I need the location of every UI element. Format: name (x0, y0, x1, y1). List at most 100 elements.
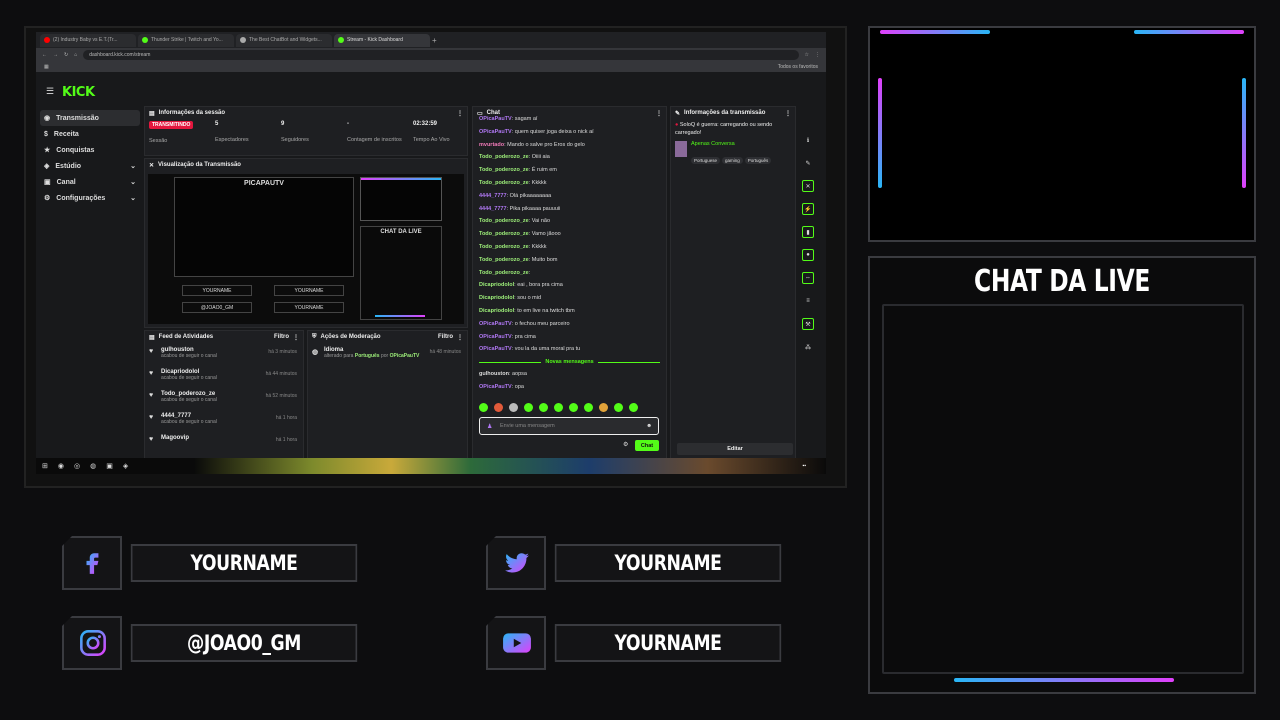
kebab-menu-icon[interactable]: ⋮ (656, 110, 662, 117)
gear-icon[interactable]: ⚙ (623, 441, 628, 448)
home-icon[interactable]: ⌂ (74, 52, 77, 58)
browser-tab[interactable]: The Best ChatBot and Widgets... (236, 33, 332, 47)
filter-button[interactable]: Filtro (438, 334, 453, 340)
url-field[interactable]: dashboard.kick.com/stream (83, 50, 799, 60)
chat-username[interactable]: Dicapriodolol (479, 308, 514, 314)
trophy-icon: ★ (44, 147, 51, 154)
browser-tab-active[interactable]: Stream - Kick Dashboard (334, 33, 430, 47)
chat-username[interactable]: 4444_7777 (479, 193, 507, 199)
kebab-menu-icon[interactable]: ⋮ (457, 110, 463, 117)
kebab-menu-icon[interactable]: ⋮ (785, 110, 791, 117)
browser-tab[interactable]: Thunder Strike | Twitch and Yo... (138, 33, 234, 47)
emote-icon[interactable] (569, 403, 578, 412)
chat-username[interactable]: OPicaPauTV (479, 334, 512, 340)
chat-username[interactable]: OPicaPauTV (479, 129, 512, 135)
chat-icon[interactable]: ● (802, 249, 814, 261)
chat-username[interactable]: OPicaPauTV (479, 346, 512, 352)
heart-icon: ♥ (149, 348, 154, 355)
star-icon[interactable]: ☆ (805, 52, 809, 58)
sidebar-item-canal[interactable]: ▣ Canal ⌄ (40, 174, 140, 190)
back-icon[interactable]: ← (42, 52, 47, 58)
emote-icon[interactable] (554, 403, 563, 412)
chat-username[interactable]: Todo_poderozo_ze (479, 167, 529, 173)
chat-username[interactable]: Todo_poderozo_ze (479, 244, 529, 250)
chat-input[interactable]: ♟ Envie uma mensagem ☻ (479, 417, 659, 435)
pencil-icon[interactable]: ✎ (802, 157, 814, 169)
emote-icon[interactable] (599, 403, 608, 412)
reload-icon[interactable]: ↻ (64, 52, 68, 58)
trash-icon[interactable]: ▮ (802, 226, 814, 238)
kebab-menu-icon[interactable]: ⋮ (457, 334, 463, 341)
stack-icon[interactable]: ≡ (802, 295, 814, 307)
emoji-icon[interactable]: ☻ (646, 423, 652, 429)
chat-username[interactable]: Todo_poderozo_ze (479, 180, 529, 186)
kebab-menu-icon[interactable]: ⋮ (293, 334, 299, 341)
emote-icon[interactable] (509, 403, 518, 412)
emote-icon[interactable] (629, 403, 638, 412)
wrench-icon[interactable]: ⚒ (802, 318, 814, 330)
emote-icon[interactable] (524, 403, 533, 412)
taskbar-app-icon[interactable]: ◍ (90, 462, 96, 470)
kick-logo: KICK (62, 85, 95, 100)
chat-username[interactable]: Dicapriodolol (479, 295, 514, 301)
chat-username[interactable]: Todo_poderozo_ze (479, 154, 529, 160)
chat-username[interactable]: Dicapriodolol (479, 282, 514, 288)
resize-icon[interactable]: ⇔ (802, 272, 814, 284)
windows-start-icon[interactable]: ⊞ (42, 462, 48, 470)
filter-button[interactable]: Filtro (274, 334, 289, 340)
moderation-item: ◍ Idioma alterado para Português por OPic… (308, 347, 467, 369)
chat-frame: CHAT DA LIVE (868, 256, 1256, 694)
chat-username[interactable]: gulhouston (479, 371, 509, 377)
chat-message: gulhouston: aopsa (479, 371, 527, 378)
chat-message: Todo_poderozo_ze: (479, 269, 531, 276)
info-icon[interactable]: ℹ (802, 134, 814, 146)
chat-username[interactable]: Todo_poderozo_ze (479, 218, 529, 224)
emote-icon[interactable] (584, 403, 593, 412)
emote-icon[interactable] (539, 403, 548, 412)
chat-username[interactable]: mvurtado (479, 142, 504, 148)
taskbar-app-icon[interactable]: ▣ (106, 462, 113, 470)
list-item: ♥ Magoovip há 1 hora (149, 435, 297, 443)
close-icon[interactable]: ✕ (149, 162, 154, 169)
studio-icon: ◈ (44, 163, 50, 170)
emote-icon[interactable] (614, 403, 623, 412)
send-chat-button[interactable]: Chat (635, 440, 659, 451)
new-tab-icon[interactable]: + (432, 36, 437, 45)
forward-icon[interactable]: → (53, 52, 58, 58)
taskbar-app-icon[interactable]: ◎ (74, 462, 80, 470)
menu-icon[interactable]: ⋮ (815, 52, 820, 58)
users-icon[interactable]: ⁂ (802, 341, 814, 353)
sidebar-item-receita[interactable]: $ Receita (40, 126, 140, 142)
emote-icon[interactable] (494, 403, 503, 412)
chat-message: mvurtado: Mando o salve pro Eros do gelo (479, 141, 585, 148)
panel-header: ⛨ Ações de Moderação Filtro ⋮ (312, 333, 463, 341)
session-status: TRANSMITINDO Sessão (149, 121, 194, 144)
taskbar-app-icon[interactable]: ◉ (58, 462, 64, 470)
chat-username[interactable]: OPicaPauTV (479, 321, 512, 327)
emote-icon[interactable] (479, 403, 488, 412)
screen-capture: (2) Industry Baby vs E.T.(Tr... Thunder … (24, 26, 847, 488)
sidebar-item-estudio[interactable]: ◈ Estúdio ⌄ (40, 158, 140, 174)
taskbar-app-icon[interactable]: ◈ (123, 462, 128, 470)
sidebar-item-transmissao[interactable]: ◉ Transmissão (40, 110, 140, 126)
apps-icon[interactable]: ▦ (44, 64, 49, 70)
all-bookmarks[interactable]: Todos os favoritos (778, 64, 818, 70)
chat-username[interactable]: OPicaPauTV (479, 116, 512, 122)
preview-camera-frame: PICAPAUTV (174, 177, 354, 277)
chat-text: Vamo jãooo (531, 231, 561, 238)
sidebar-item-conquistas[interactable]: ★ Conquistas (40, 142, 140, 158)
chat-username[interactable]: OPicaPauTV (479, 384, 512, 390)
chat-username[interactable]: Todo_poderozo_ze (479, 270, 529, 276)
chat-message: Todo_poderozo_ze: Muito bom (479, 256, 558, 263)
browser-tab[interactable]: (2) Industry Baby vs E.T.(Tr... (40, 33, 136, 47)
activity-feed-panel: ▤ Feed de Atividades Filtro ⋮ ♥ gulhouston ac… (144, 330, 304, 460)
edit-button[interactable]: Editar (677, 443, 793, 455)
sidebar-item-configuracoes[interactable]: ⚙ Configurações ⌄ (40, 190, 140, 206)
chat-username[interactable]: Todo_poderozo_ze (479, 231, 529, 237)
chat-username[interactable]: Todo_poderozo_ze (479, 257, 529, 263)
close-icon[interactable]: ✕ (802, 180, 814, 192)
hamburger-icon[interactable]: ☰ (46, 86, 54, 97)
bolt-icon[interactable]: ⚡ (802, 203, 814, 215)
chat-username[interactable]: 4444_7777 (479, 206, 507, 212)
chat-message: Dicapriodolol: sou o mid (479, 295, 542, 302)
